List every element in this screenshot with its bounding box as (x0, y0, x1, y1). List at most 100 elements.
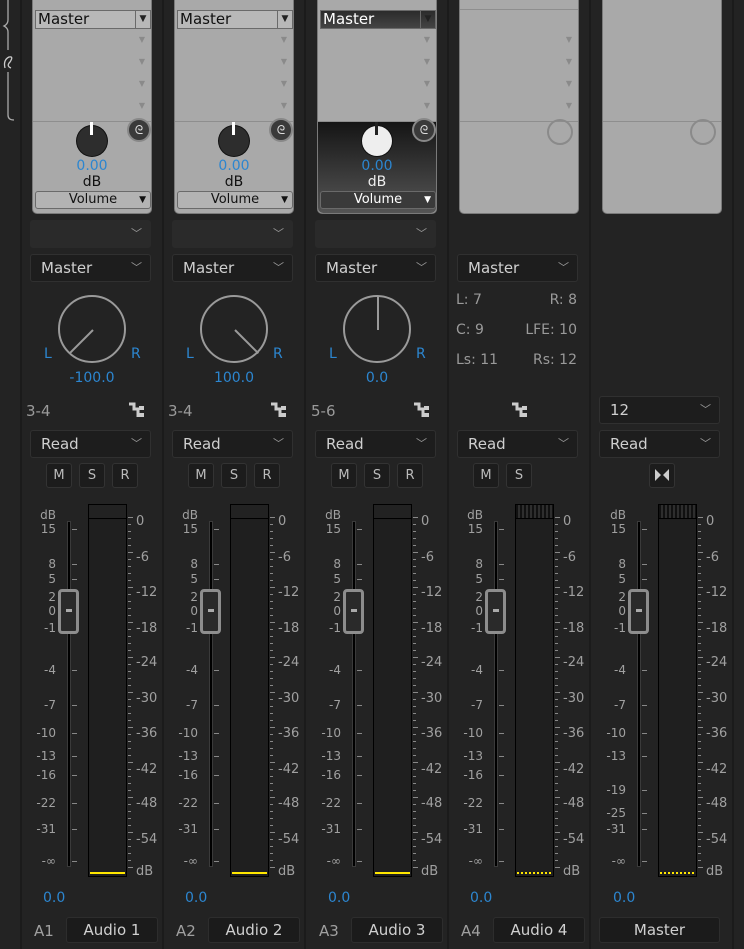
mute-button[interactable]: M (46, 463, 72, 488)
send-slot-dropdown[interactable]: ﹀ (172, 220, 293, 248)
meter-tick (413, 769, 416, 770)
automation-toggle-icon[interactable]: ᘓ (412, 118, 436, 142)
automation-mode-dropdown[interactable]: Read ﹀ (172, 430, 293, 458)
track-name[interactable]: Audio 2 (208, 917, 300, 943)
effects-panel[interactable]: Master ▼ ▼ ▼ ▼ ▼ ᘓ 0.00 dB Volume ▼ (32, 0, 152, 214)
effect-param-value[interactable]: 0.00 (318, 158, 436, 174)
effect-slot-arrow-icon[interactable]: ▼ (424, 101, 430, 110)
effects-panel[interactable]: ▼ ▼ ▼ ▼ (459, 0, 579, 214)
effect-slot-arrow-icon[interactable]: ▼ (424, 35, 430, 44)
effect-param-knob[interactable] (362, 122, 392, 156)
routing-icon[interactable] (413, 401, 431, 419)
solo-button[interactable]: S (506, 463, 532, 488)
effect-slot-arrow-icon[interactable]: ▼ (281, 57, 287, 66)
effect-slot-arrow-icon[interactable]: ▼ (139, 79, 145, 88)
volume-fader-handle[interactable] (58, 589, 79, 634)
effect-param-dropdown[interactable]: Volume ▼ (320, 191, 436, 209)
effect-slot-arrow-icon[interactable]: ▼ (424, 79, 430, 88)
mute-button[interactable]: M (331, 463, 357, 488)
effect-slot-arrow-icon[interactable]: ▼ (281, 101, 287, 110)
automation-mode-dropdown[interactable]: Read ﹀ (30, 430, 151, 458)
effect-slot-arrow-icon[interactable]: ▼ (566, 35, 572, 44)
effect-slot-arrow-icon[interactable]: ▼ (566, 57, 572, 66)
effect-slot-dropdown[interactable]: Master ▼ (320, 10, 436, 29)
output-dropdown[interactable]: Master ﹀ (457, 254, 578, 282)
track-name[interactable]: Audio 4 (493, 917, 585, 943)
effect-param-area: ᘓ 0.00 dB Volume ▼ (33, 118, 151, 213)
pan-value[interactable]: 100.0 (164, 370, 304, 386)
effect-slot-arrow-icon[interactable]: ▼ (281, 79, 287, 88)
pan-value[interactable]: -100.0 (22, 370, 162, 386)
volume-fader-track[interactable] (352, 521, 356, 867)
automation-mode-dropdown[interactable]: Read ﹀ (315, 430, 436, 458)
peak-indicator[interactable] (89, 505, 126, 519)
fader-value[interactable]: 0.0 (43, 890, 65, 906)
record-button[interactable]: R (254, 463, 280, 488)
send-slot-dropdown[interactable]: ﹀ (30, 220, 151, 248)
effects-panel[interactable]: Master ▼ ▼ ▼ ▼ ▼ ᘓ 0.00 dB Volume ▼ (174, 0, 294, 214)
solo-button[interactable]: S (221, 463, 247, 488)
fader-value[interactable]: 0.0 (470, 890, 492, 906)
volume-fader-handle[interactable] (343, 589, 364, 634)
effect-slot-arrow-icon[interactable]: ▼ (139, 101, 145, 110)
routing-icon[interactable] (270, 401, 288, 419)
volume-fader-track[interactable] (67, 521, 71, 867)
fader-value[interactable]: 0.0 (328, 890, 350, 906)
pan-knob[interactable] (58, 295, 126, 363)
effect-param-dropdown[interactable]: Volume ▼ (35, 191, 151, 209)
fader-scale-tick (642, 813, 647, 814)
effect-slot-arrow-icon[interactable]: ▼ (281, 35, 287, 44)
solo-button[interactable]: S (79, 463, 105, 488)
effects-panel[interactable] (602, 0, 722, 214)
automation-toggle-icon[interactable]: ᘓ (127, 118, 151, 142)
fader-value[interactable]: 0.0 (613, 890, 635, 906)
send-slot-dropdown[interactable]: ﹀ (315, 220, 436, 248)
mono-stereo-toggle[interactable] (649, 463, 675, 488)
volume-fader-track[interactable] (209, 521, 213, 867)
routing-icon[interactable] (128, 401, 146, 419)
mute-button[interactable]: M (188, 463, 214, 488)
volume-fader-track[interactable] (494, 521, 498, 867)
effects-panel[interactable]: Master ▼ ▼ ▼ ▼ ▼ ᘓ 0.00 dB Volume ▼ (317, 0, 437, 214)
effect-slot-dropdown[interactable]: Master ▼ (177, 10, 293, 29)
record-button[interactable]: R (397, 463, 423, 488)
pan-value[interactable]: 0.0 (307, 370, 447, 386)
peak-indicator[interactable] (231, 505, 268, 519)
effect-slot-arrow-icon[interactable]: ▼ (566, 101, 572, 110)
pan-knob[interactable] (343, 295, 411, 363)
volume-fader-handle[interactable] (200, 589, 221, 634)
peak-indicator[interactable] (516, 505, 553, 519)
volume-fader-handle[interactable] (628, 589, 649, 634)
record-button[interactable]: R (112, 463, 138, 488)
effect-param-value[interactable]: 0.00 (175, 158, 293, 174)
effect-param-dropdown[interactable]: Volume ▼ (177, 191, 293, 209)
automation-mode-dropdown[interactable]: Read ﹀ (457, 430, 578, 458)
solo-button[interactable]: S (364, 463, 390, 488)
output-channels-dropdown[interactable]: 12 ﹀ (599, 396, 720, 424)
effect-slot-dropdown[interactable]: Master ▼ (35, 10, 151, 29)
effect-slot-arrow-icon[interactable]: ▼ (139, 35, 145, 44)
peak-indicator[interactable] (374, 505, 411, 519)
output-dropdown[interactable]: Master ﹀ (172, 254, 293, 282)
effect-slot-arrow-icon[interactable]: ▼ (139, 57, 145, 66)
track-name[interactable]: Master (599, 917, 720, 943)
effect-slot-arrow-icon[interactable]: ▼ (566, 79, 572, 88)
pan-knob[interactable] (200, 295, 268, 363)
routing-icon[interactable] (511, 401, 529, 419)
fader-scale-tick (642, 790, 647, 791)
output-dropdown[interactable]: Master ﹀ (30, 254, 151, 282)
automation-mode-dropdown[interactable]: Read ﹀ (599, 430, 720, 458)
output-dropdown[interactable]: Master ﹀ (315, 254, 436, 282)
effect-param-value[interactable]: 0.00 (33, 158, 151, 174)
effect-slot-arrow-icon[interactable]: ▼ (424, 57, 430, 66)
effect-param-knob[interactable] (77, 122, 107, 156)
fader-value[interactable]: 0.0 (185, 890, 207, 906)
effect-param-knob[interactable] (219, 122, 249, 156)
mute-button[interactable]: M (473, 463, 499, 488)
volume-fader-track[interactable] (637, 521, 641, 867)
volume-fader-handle[interactable] (485, 589, 506, 634)
peak-indicator[interactable] (659, 505, 696, 519)
track-name[interactable]: Audio 1 (66, 917, 158, 943)
track-name[interactable]: Audio 3 (351, 917, 443, 943)
automation-toggle-icon[interactable]: ᘓ (269, 118, 293, 142)
